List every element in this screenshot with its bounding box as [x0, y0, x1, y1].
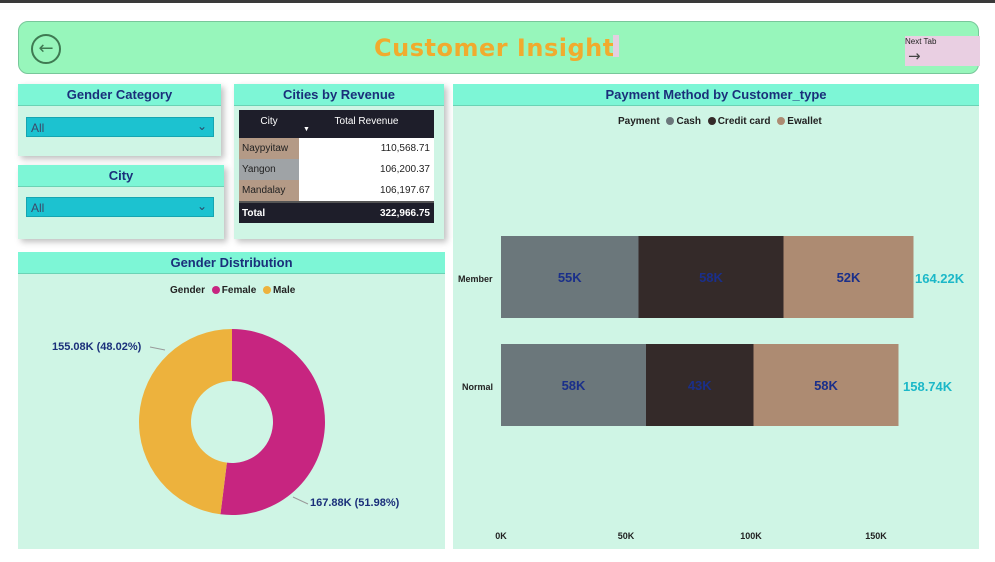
table-row: Naypyitaw 110,568.71	[239, 138, 434, 159]
gender-category-dropdown[interactable]: All ⌄	[26, 117, 214, 137]
table-row: Yangon 106,200.37	[239, 159, 434, 180]
gender-distribution-panel: Gender Distribution Gender Female Male 1…	[18, 252, 445, 549]
chevron-down-icon: ⌄	[196, 119, 207, 133]
cell-city: Mandalay	[239, 180, 299, 201]
gender-category-title: Gender Category	[18, 84, 221, 106]
x-tick: 0K	[495, 531, 507, 541]
next-tab-button[interactable]: Next Tab →	[905, 36, 980, 66]
x-tick: 150K	[865, 531, 887, 541]
cities-by-revenue-panel: Cities by Revenue City ▼ Total Revenue Na…	[234, 84, 444, 239]
chevron-down-icon: ⌄	[196, 199, 207, 213]
category-label-member: Member	[458, 274, 493, 284]
female-label-leader	[292, 496, 309, 505]
table-row: Mandalay 106,197.67	[239, 180, 434, 201]
total-value: 322,966.75	[379, 208, 430, 219]
male-label-leader	[149, 346, 166, 351]
title-cursor-mark	[613, 35, 619, 57]
arrow-right-icon: →	[908, 47, 921, 65]
window-top-bar	[0, 0, 995, 3]
city-value: All	[31, 201, 45, 215]
page-title: Customer Insight	[374, 34, 615, 62]
back-button[interactable]: ←	[31, 34, 61, 64]
bar-data-label: 58K	[699, 270, 723, 285]
cell-revenue: 106,197.67	[299, 180, 434, 201]
x-tick: 100K	[740, 531, 762, 541]
city-title: City	[18, 165, 224, 187]
donut-slice-female[interactable]	[220, 329, 325, 515]
city-dropdown[interactable]: All ⌄	[26, 197, 214, 217]
bar-data-label: 43K	[688, 378, 712, 393]
column-header-city[interactable]: City ▼	[239, 110, 310, 138]
payment-bar-chart: 55K 58K 52K 58K 43K 58K	[501, 236, 914, 426]
category-label-normal: Normal	[462, 382, 494, 392]
total-label-normal: 158.74K	[903, 379, 953, 394]
page-header: ← Customer Insight Next Tab →	[18, 21, 980, 74]
next-tab-label: Next Tab	[905, 37, 937, 46]
cell-revenue: 110,568.71	[299, 138, 434, 159]
gender-category-value: All	[31, 121, 45, 135]
total-label: Total	[242, 208, 266, 219]
city-panel: City All ⌄	[18, 165, 224, 239]
cell-city: Naypyitaw	[239, 138, 299, 159]
gender-category-panel: Gender Category All ⌄	[18, 84, 221, 156]
donut-slice-male[interactable]	[138, 329, 232, 515]
bar-data-label: 55K	[558, 270, 582, 285]
back-arrow-icon: ←	[38, 38, 54, 59]
cities-by-revenue-title: Cities by Revenue	[234, 84, 444, 106]
payment-method-panel: Payment Method by Customer_type Payment …	[453, 84, 979, 549]
bar-data-label: 58K	[562, 378, 586, 393]
table-total-row: Total 322,966.75	[239, 201, 434, 223]
bar-data-label: 52K	[837, 270, 861, 285]
column-header-revenue[interactable]: Total Revenue	[299, 110, 434, 138]
bar-data-label: 58K	[814, 378, 838, 393]
x-tick: 50K	[617, 531, 635, 541]
cell-revenue: 106,200.37	[299, 159, 434, 180]
donut-label-female: 167.88K (51.98%)	[310, 497, 400, 509]
cell-city: Yangon	[239, 159, 299, 180]
total-label-member: 164.22K	[915, 271, 965, 286]
donut-label-male: 155.08K (48.02%)	[52, 341, 142, 353]
table-header: City ▼ Total Revenue	[239, 110, 434, 138]
sort-desc-icon: ▼	[303, 126, 310, 133]
revenue-table: City ▼ Total Revenue Naypyitaw 110,568.71…	[239, 110, 434, 223]
